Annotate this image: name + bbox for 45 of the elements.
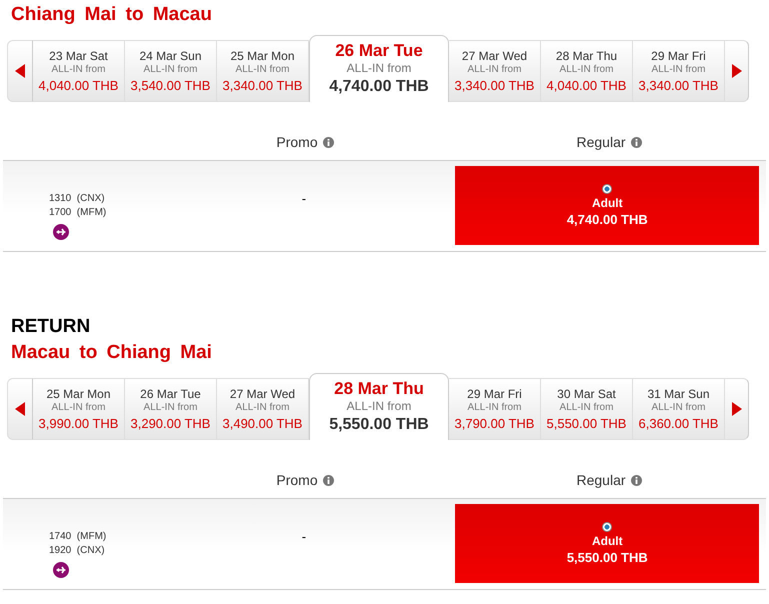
date-tab[interactable]: 25 Mar Mon ALL-IN from 3,990.00 THB: [33, 378, 125, 440]
date-tab[interactable]: 26 Mar Tue ALL-IN from 3,290.00 THB: [125, 378, 217, 440]
fare-option[interactable]: Adult 5,550.00 THB: [455, 504, 760, 583]
date-tab[interactable]: 28 Mar Thu ALL-IN from 4,040.00 THB: [541, 40, 633, 102]
airplane-icon[interactable]: [53, 562, 69, 578]
left-triangle-icon: [15, 402, 25, 416]
departure-time: 1740 (MFM): [49, 530, 108, 544]
route-title: Macau to Chiang Mai: [10, 342, 213, 364]
date-tab[interactable]: 29 Mar Fri ALL-IN from 3,340.00 THB: [633, 40, 725, 102]
date-tab[interactable]: 29 Mar Fri ALL-IN from 3,790.00 THB: [449, 378, 541, 440]
left-triangle-icon: [15, 64, 25, 78]
section-label: RETURN: [10, 316, 92, 338]
column-header: Regular: [576, 134, 626, 150]
column-header: Promo: [276, 134, 318, 150]
fare-option[interactable]: Adult 4,740.00 THB: [455, 166, 760, 245]
right-triangle-icon: [732, 402, 742, 416]
date-tab[interactable]: 28 Mar Thu ALL-IN from 5,550.00 THB: [309, 373, 449, 440]
date-tab[interactable]: 30 Mar Sat ALL-IN from 5,550.00 THB: [541, 378, 633, 440]
route-title: Chiang Mai to Macau: [10, 4, 213, 26]
previous-dates-button[interactable]: [7, 378, 33, 440]
previous-dates-button[interactable]: [7, 40, 33, 102]
date-tab[interactable]: 26 Mar Tue ALL-IN from 4,740.00 THB: [309, 35, 449, 102]
radio-button[interactable]: [602, 184, 612, 194]
info-icon: [630, 136, 642, 148]
promo-fare: -: [302, 529, 306, 545]
next-dates-button[interactable]: [725, 378, 749, 440]
arrival-time: 1920 (CNX): [49, 544, 106, 558]
right-triangle-icon: [732, 64, 742, 78]
info-icon: [322, 474, 334, 486]
column-header: Regular: [576, 472, 626, 488]
departure-time: 1310 (CNX): [49, 192, 106, 206]
info-icon: [630, 474, 642, 486]
date-tab[interactable]: 24 Mar Sun ALL-IN from 3,540.00 THB: [125, 40, 217, 102]
date-tab[interactable]: 27 Mar Wed ALL-IN from 3,340.00 THB: [449, 40, 541, 102]
next-dates-button[interactable]: [725, 40, 749, 102]
promo-fare: -: [302, 191, 306, 207]
date-tab[interactable]: 23 Mar Sat ALL-IN from 4,040.00 THB: [33, 40, 125, 102]
airplane-icon[interactable]: [53, 224, 69, 240]
radio-button[interactable]: [602, 522, 612, 532]
info-icon: [322, 136, 334, 148]
date-tab[interactable]: 31 Mar Sun ALL-IN from 6,360.00 THB: [633, 378, 725, 440]
date-tab[interactable]: 27 Mar Wed ALL-IN from 3,490.00 THB: [217, 378, 309, 440]
date-tab[interactable]: 25 Mar Mon ALL-IN from 3,340.00 THB: [217, 40, 309, 102]
column-header: Promo: [276, 472, 318, 488]
arrival-time: 1700 (MFM): [49, 206, 108, 220]
